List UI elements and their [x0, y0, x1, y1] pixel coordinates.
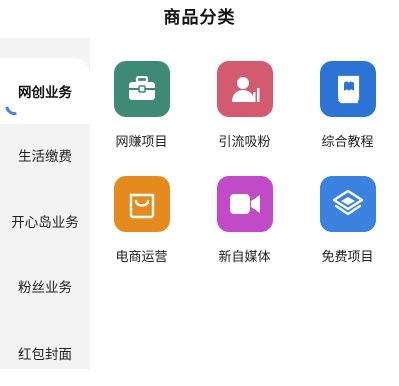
sidebar-item-label: 开心岛业务 [11, 215, 79, 231]
sidebar-item-shenghuo[interactable]: 生活缴费 [0, 122, 90, 188]
grid-item-label: 综合教程 [321, 135, 374, 150]
active-indicator-icon [5, 105, 17, 117]
sidebar-item-label: 粉丝业务 [18, 280, 72, 296]
shopping-bag-icon [113, 176, 170, 232]
sidebar-item-fensi[interactable]: 粉丝业务 [0, 253, 90, 319]
grid-item-label: 网赚项目 [115, 135, 168, 150]
layers-icon [319, 176, 376, 232]
grid-item-mianfei[interactable]: 免费项目 [296, 176, 399, 265]
grid-item-wangzhuan[interactable]: 网赚项目 [90, 61, 193, 150]
sidebar-item-label: 网创业务 [18, 85, 72, 101]
sidebar-item-hongbao[interactable]: 红包封面 [0, 320, 90, 386]
grid-item-label: 免费项目 [321, 250, 374, 265]
sidebar-item-label: 红包封面 [18, 347, 72, 363]
grid-item-label: 电商运营 [115, 250, 168, 265]
category-grid: 网赚项目 引流吸粉 综合教程 电商运营 新自媒体 免费项目 [90, 50, 399, 369]
page-title: 商品分类 [163, 7, 236, 28]
user-chart-icon [216, 61, 273, 117]
grid-item-label: 新自媒体 [218, 250, 271, 265]
grid-item-dianshang[interactable]: 电商运营 [90, 176, 193, 265]
category-sidebar: 网创业务 生活缴费 开心岛业务 粉丝业务 红包封面 [0, 38, 90, 369]
grid-item-zonghe[interactable]: 综合教程 [296, 61, 399, 150]
book-icon [319, 61, 376, 117]
sidebar-item-label: 生活缴费 [18, 149, 72, 165]
grid-item-zimeiti[interactable]: 新自媒体 [193, 176, 296, 265]
grid-item-yinliu[interactable]: 引流吸粉 [193, 61, 296, 150]
grid-item-label: 引流吸粉 [218, 135, 271, 150]
sidebar-item-kaixindao[interactable]: 开心岛业务 [0, 188, 90, 254]
briefcase-icon [113, 61, 170, 117]
page-header: 商品分类 [0, 0, 399, 38]
sidebar-item-wangchuang[interactable]: 网创业务 [0, 58, 90, 124]
video-camera-icon [216, 176, 273, 232]
